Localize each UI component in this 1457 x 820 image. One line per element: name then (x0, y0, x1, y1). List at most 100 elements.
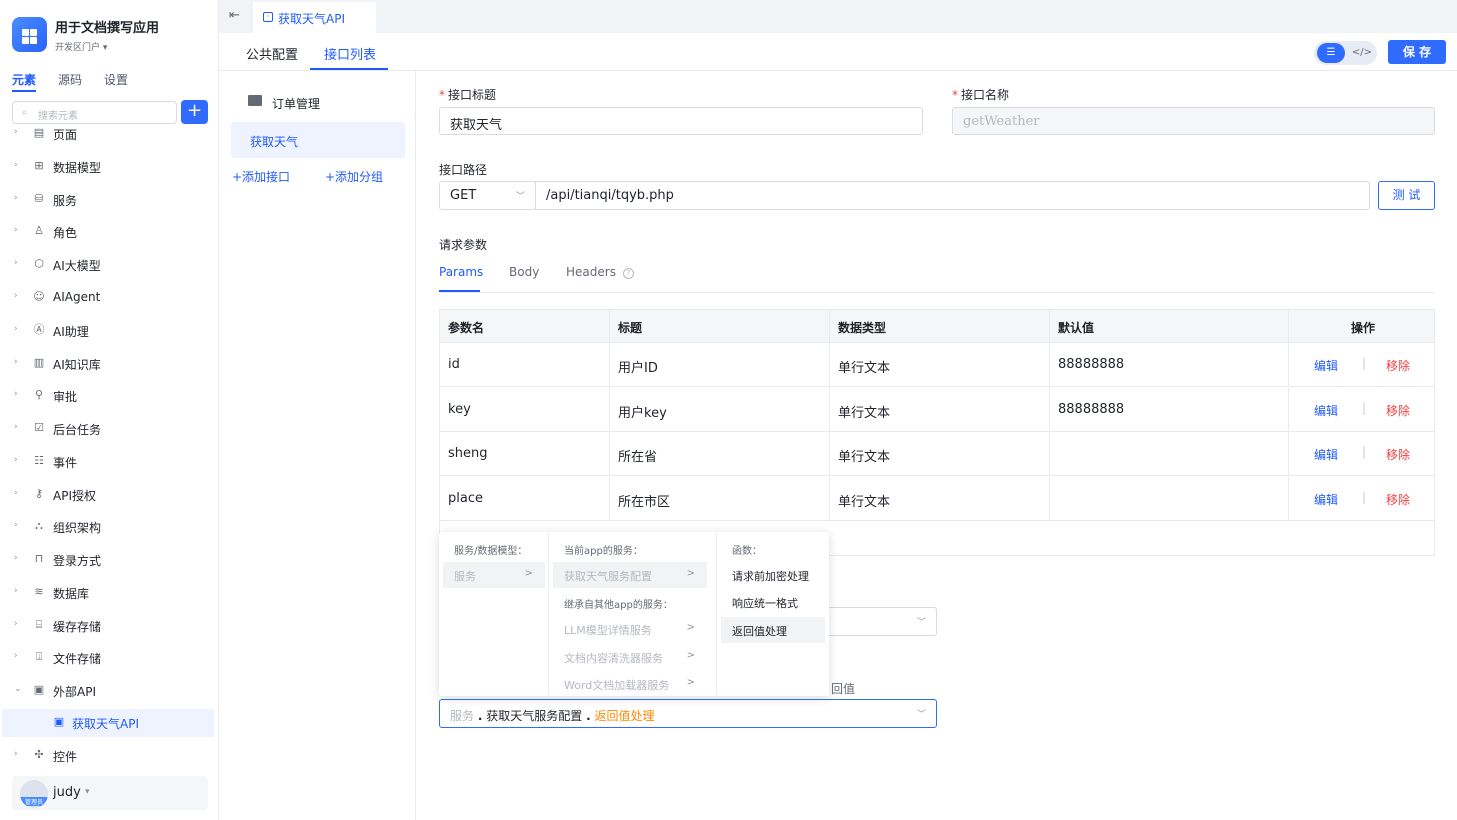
cascader-option-cleaner[interactable]: 文档内容清洗器服务 > (553, 644, 707, 670)
role-tag: 管理员 (20, 797, 48, 806)
sidebar-item-11[interactable]: › ⚷ API授权 (0, 481, 215, 509)
api-path-input[interactable]: /api/tianqi/tqyb.php (535, 181, 1370, 210)
sidebar-item-9[interactable]: › ☑ 后台任务 (0, 415, 215, 443)
edit-button[interactable]: 编辑 (1314, 357, 1338, 374)
sidebar-item-6[interactable]: › Ⓐ AI助理 (0, 317, 215, 345)
code-view-icon[interactable]: </> (1351, 44, 1373, 62)
cascader-option-service[interactable]: 服务 > (443, 562, 545, 588)
stamp-icon: ⚲ (34, 388, 44, 401)
test-button[interactable]: 测 试 (1378, 181, 1435, 210)
edit-button[interactable]: 编辑 (1314, 402, 1338, 419)
tab-source[interactable]: 源码 (58, 71, 82, 88)
sidebar-item-controls[interactable]: › ✣ 控件 (0, 742, 215, 770)
api-title-label: * 接口标题 (439, 88, 497, 102)
tab-params[interactable]: Params (439, 265, 483, 279)
sidebar-item-14[interactable]: › ≋ 数据库 (0, 579, 215, 607)
api-name-label: * 接口名称 (952, 88, 1010, 102)
col-header-title: 标题 (618, 321, 643, 335)
folder-icon (248, 95, 262, 106)
sidebar-item-8[interactable]: › ⚲ 审批 (0, 382, 215, 410)
user-menu[interactable]: 管理员 judy ▾ (12, 776, 208, 810)
chevron-right-icon: > (686, 650, 695, 661)
function-path: 服务 . 获取天气服务配置 . 返回值处理 (450, 709, 655, 723)
add-group-link[interactable]: +添加分组 (325, 168, 383, 185)
cascader-col-source: 服务/数据模型： 服务 > (439, 532, 549, 696)
function-select[interactable]: 服务 . 获取天气服务配置 . 返回值处理 ﹀ (439, 699, 937, 728)
chevron-down-icon: ﹀ (916, 618, 926, 628)
sidebar-item-label: 角色 (53, 226, 78, 240)
partial-select[interactable]: ﹀ (829, 607, 937, 636)
cascader-option-llm[interactable]: LLM模型详情服务 > (553, 616, 707, 642)
sidebar-item-16[interactable]: › ⍗ 文件存储 (0, 644, 215, 672)
chevron-down-icon: ﹀ (916, 710, 926, 720)
tab-headers[interactable]: Headers (566, 265, 616, 279)
api-group-order[interactable]: 订单管理 (272, 95, 320, 112)
portal-selector[interactable]: 开发区门户 ▾ (55, 40, 107, 53)
sidebar-item-1[interactable]: › ⊞ 数据模型 (0, 153, 215, 181)
caret-down-icon: ▾ (85, 787, 90, 797)
api-item-weather[interactable]: 获取天气 (231, 122, 405, 158)
sidebar-item-7[interactable]: › ▥ AI知识库 (0, 350, 215, 378)
tab-public-config[interactable]: 公共配置 (246, 44, 298, 63)
api-icon: · (263, 12, 273, 22)
remove-button[interactable]: 移除 (1386, 402, 1410, 419)
collapse-sidebar-icon[interactable]: ⇤ (229, 8, 240, 23)
col-header-default: 默认值 (1058, 321, 1095, 335)
cascader-option-weather-service[interactable]: 获取天气服务配置 > (553, 562, 707, 588)
sidebar-item-label: 组织架构 (53, 521, 102, 535)
tab-settings[interactable]: 设置 (104, 71, 128, 88)
remove-button[interactable]: 移除 (1386, 446, 1410, 463)
sidebar-item-2[interactable]: › ⛁ 服务 (0, 186, 215, 214)
puzzle-icon: ✣ (34, 748, 44, 761)
help-icon[interactable]: ? (623, 268, 634, 279)
tab-elements[interactable]: 元素 (12, 71, 36, 88)
remove-button[interactable]: 移除 (1386, 357, 1410, 374)
edit-button[interactable]: 编辑 (1314, 446, 1338, 463)
tab-api-list[interactable]: 接口列表 (324, 44, 376, 63)
group-label: 继承自其他app的服务： (564, 600, 673, 611)
settings-view-icon[interactable]: ☰ (1317, 43, 1345, 63)
add-api-link[interactable]: +添加接口 (232, 168, 290, 185)
cell-type: 单行文本 (838, 494, 891, 510)
request-params-label: 请求参数 (439, 238, 488, 252)
table-row: place 所在市区 单行文本 编辑 | 移除 (440, 476, 1434, 521)
sidebar-item-0[interactable]: › ▤ 页面 (0, 120, 215, 148)
sidebar-item-12[interactable]: › ⛬ 组织架构 (0, 513, 215, 541)
method-select[interactable]: GET ﹀ (439, 181, 536, 210)
divider (439, 292, 1435, 293)
col-header-type: 数据类型 (838, 321, 887, 335)
sidebar-item-17[interactable]: ⌄ ▣ 外部API (0, 677, 215, 705)
sidebar-item-13[interactable]: › ⊓ 登录方式 (0, 546, 215, 574)
cell-name: key (448, 401, 471, 417)
col-header-actions: 操作 (1351, 321, 1376, 335)
tab-body[interactable]: Body (509, 265, 539, 279)
cascader-option-encrypt[interactable]: 请求前加密处理 (721, 562, 825, 588)
cascader-option-return[interactable]: 返回值处理 (721, 617, 825, 643)
sidebar-item-10[interactable]: › ☷ 事件 (0, 448, 215, 476)
view-toggle[interactable]: ☰ </> (1314, 41, 1377, 65)
api-title-input[interactable]: 获取天气 (439, 107, 923, 135)
chevron-right-icon: › (14, 553, 18, 563)
chevron-right-icon: › (14, 160, 18, 170)
cell-type: 单行文本 (838, 450, 891, 465)
sidebar-item-4[interactable]: › ⬡ AI大模型 (0, 251, 215, 279)
cascader-option-word-loader[interactable]: Word文档加载器服务 > (553, 671, 707, 697)
org-icon: ⛬ (35, 519, 43, 532)
page-icon: ▤ (33, 126, 45, 139)
cell-name: sheng (448, 446, 488, 461)
app-name: 用于文档撰写应用 (55, 21, 160, 36)
tab-weather-api[interactable]: · 获取天气API (253, 2, 376, 33)
sidebar-item-3[interactable]: › ♙ 角色 (0, 218, 215, 246)
remove-button[interactable]: 移除 (1386, 491, 1410, 508)
chevron-right-icon: > (524, 568, 533, 579)
save-button[interactable]: 保 存 (1388, 40, 1446, 64)
cascader-option-format[interactable]: 响应统一格式 (721, 589, 825, 615)
sidebar-item-15[interactable]: › ⌸ 缓存存储 (0, 612, 215, 640)
sidebar-item-label: AI知识库 (53, 358, 101, 372)
chevron-down-icon: ﹀ (515, 192, 525, 202)
cache-icon: ⌸ (35, 618, 43, 631)
sidebar-item-5[interactable]: › ☺ AIAgent (0, 284, 215, 312)
sidebar-item-weather-api[interactable]: ▣ 获取天气API (2, 709, 214, 737)
top-tab-bar: ⇤ · 获取天气API (219, 0, 1457, 33)
edit-button[interactable]: 编辑 (1314, 491, 1338, 508)
